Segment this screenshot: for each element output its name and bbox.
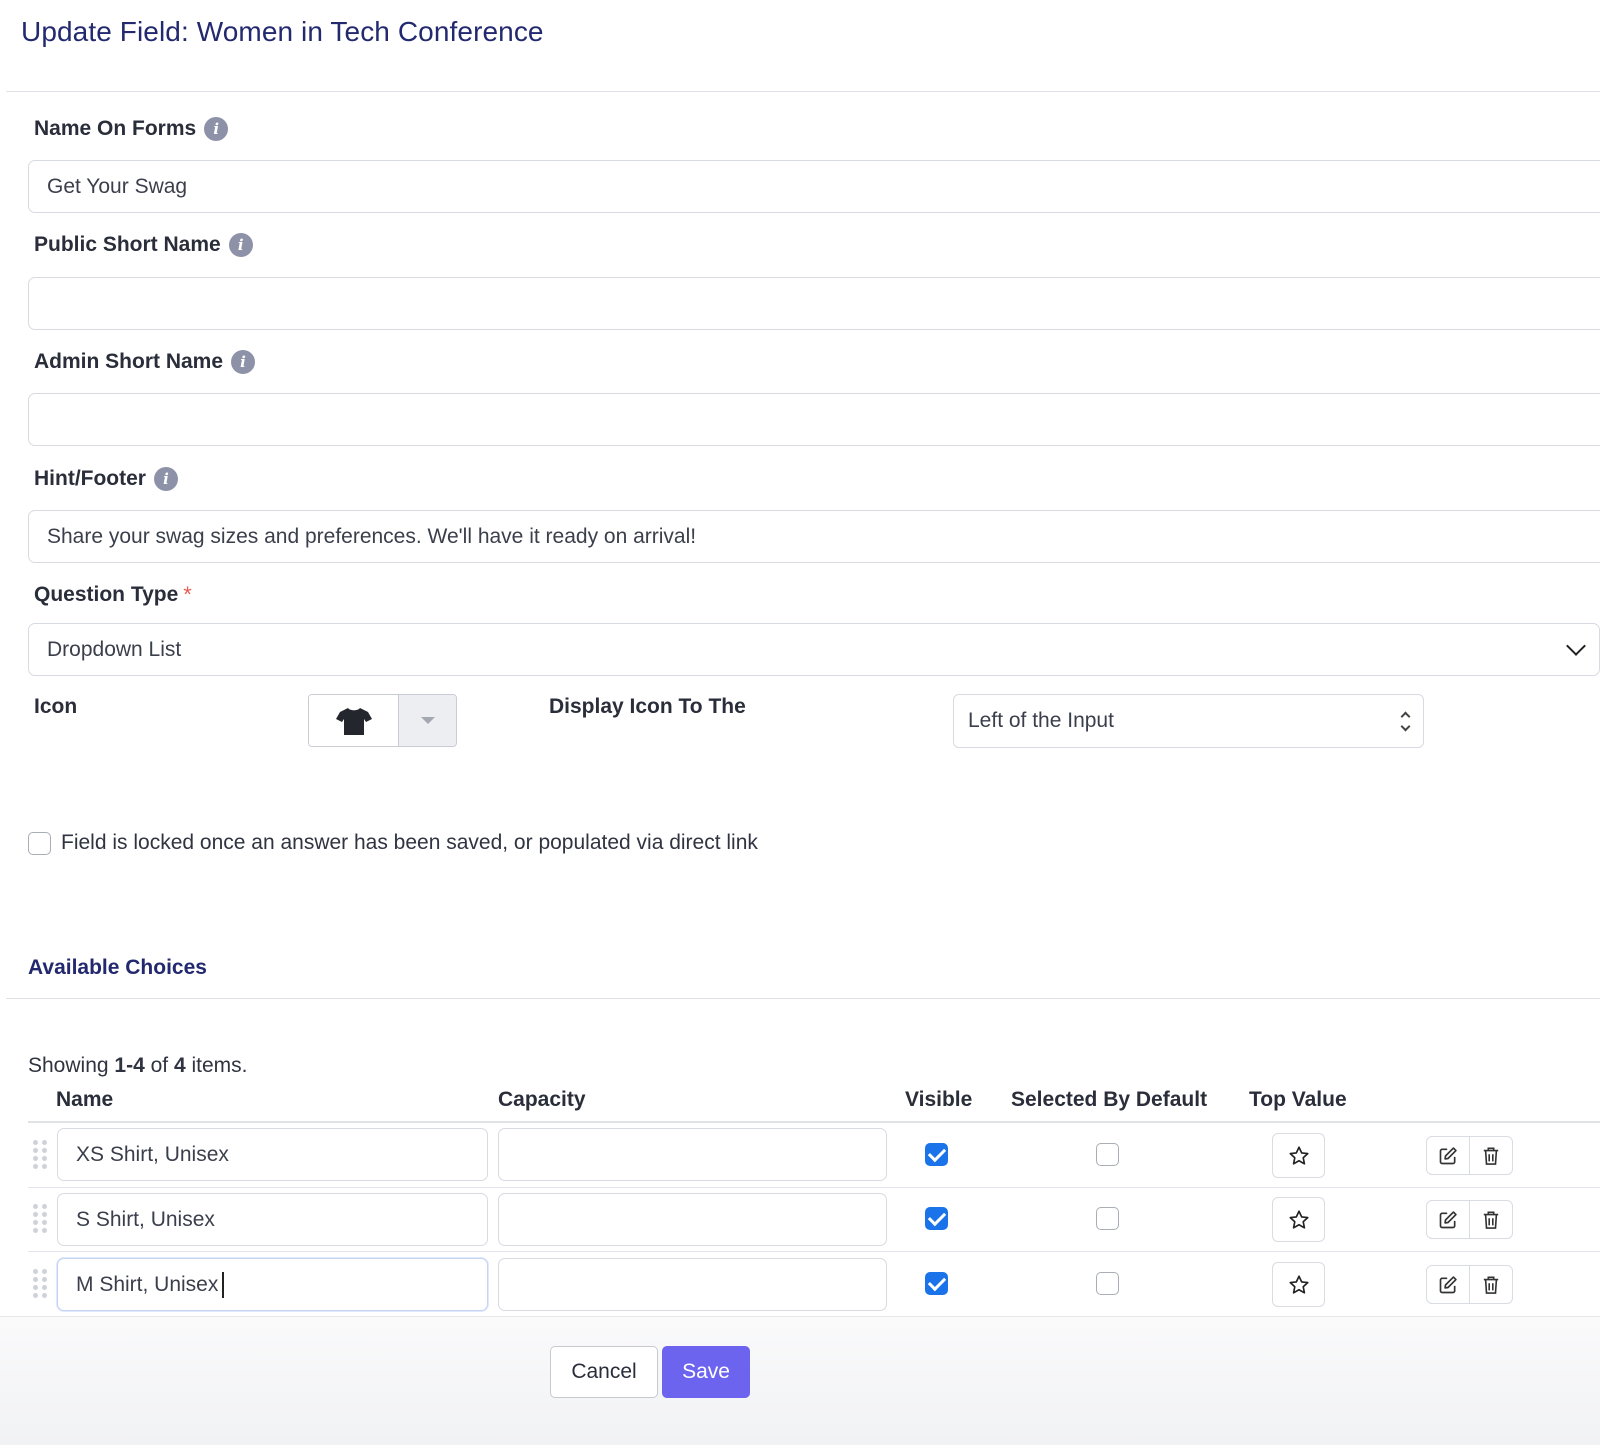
row-actions xyxy=(1426,1265,1513,1304)
choice-capacity-input[interactable] xyxy=(498,1258,887,1311)
visible-checkbox[interactable] xyxy=(925,1143,948,1166)
question-type-select[interactable]: Dropdown List xyxy=(28,623,1600,676)
name-on-forms-label-text: Name On Forms xyxy=(34,117,197,140)
question-type-label-text: Question Type xyxy=(34,583,179,606)
display-icon-select[interactable]: Left of the Input xyxy=(953,694,1424,748)
summary-suffix: items. xyxy=(185,1054,248,1077)
hint-footer-input[interactable]: Share your swag sizes and preferences. W… xyxy=(28,510,1600,563)
choice-capacity-input[interactable] xyxy=(498,1128,887,1181)
public-short-name-input[interactable] xyxy=(28,277,1600,330)
dialog-title: Update Field: Women in Tech Conference xyxy=(21,16,544,47)
name-on-forms-input[interactable]: Get Your Swag xyxy=(28,160,1600,213)
required-asterisk: * xyxy=(183,582,192,607)
edit-icon xyxy=(1439,1210,1457,1228)
caret-down-icon xyxy=(420,717,435,724)
top-value-button[interactable] xyxy=(1272,1133,1325,1178)
locked-checkbox-label: Field is locked once an answer has been … xyxy=(61,831,758,854)
selected-by-default-checkbox[interactable] xyxy=(1096,1272,1119,1295)
row-actions xyxy=(1426,1136,1513,1175)
table-header-divider xyxy=(28,1121,1600,1123)
star-icon xyxy=(1288,1145,1309,1165)
name-on-forms-value: Get Your Swag xyxy=(47,174,188,198)
icon-label: Icon xyxy=(34,695,77,719)
locked-option[interactable]: Field is locked once an answer has been … xyxy=(28,831,758,855)
summary-range: 1-4 xyxy=(114,1054,145,1077)
drag-handle-icon[interactable] xyxy=(33,1261,47,1305)
choice-capacity-input[interactable] xyxy=(498,1193,887,1246)
hint-footer-label: Hint/Footer i xyxy=(34,467,178,491)
sort-arrows-icon xyxy=(1400,711,1411,731)
icon-picker-preview[interactable] xyxy=(309,695,398,746)
choice-name-value: M Shirt, Unisex xyxy=(76,1272,219,1296)
edit-icon xyxy=(1439,1275,1457,1293)
locked-checkbox[interactable] xyxy=(28,831,51,855)
icon-picker[interactable] xyxy=(308,694,457,747)
public-short-name-label-text: Public Short Name xyxy=(34,233,221,256)
available-choices-title: Available Choices xyxy=(28,956,207,979)
hint-footer-label-text: Hint/Footer xyxy=(34,467,146,490)
admin-short-name-label: Admin Short Name i xyxy=(34,350,256,374)
items-summary: Showing 1-4 of 4 items. xyxy=(28,1054,247,1078)
delete-button[interactable] xyxy=(1469,1137,1512,1174)
selected-by-default-checkbox[interactable] xyxy=(1096,1143,1119,1166)
edit-button[interactable] xyxy=(1427,1201,1469,1238)
star-icon xyxy=(1288,1274,1309,1294)
row-actions xyxy=(1426,1200,1513,1239)
delete-button[interactable] xyxy=(1469,1201,1512,1238)
edit-icon xyxy=(1439,1146,1457,1164)
trash-icon xyxy=(1483,1211,1499,1229)
choice-name-input[interactable]: XS Shirt, Unisex xyxy=(57,1128,488,1181)
save-button[interactable]: Save xyxy=(662,1346,750,1398)
hint-footer-value: Share your swag sizes and preferences. W… xyxy=(47,524,697,548)
visible-checkbox[interactable] xyxy=(925,1207,948,1230)
column-header-capacity: Capacity xyxy=(498,1088,586,1111)
choice-name-input[interactable]: S Shirt, Unisex xyxy=(57,1193,488,1246)
public-short-name-label: Public Short Name i xyxy=(34,233,253,257)
edit-button[interactable] xyxy=(1427,1266,1469,1303)
trash-icon xyxy=(1483,1147,1499,1165)
admin-short-name-input[interactable] xyxy=(28,393,1600,446)
selected-by-default-checkbox[interactable] xyxy=(1096,1207,1119,1230)
display-icon-label: Display Icon To The xyxy=(549,695,746,718)
row-divider xyxy=(28,1251,1600,1252)
top-value-button[interactable] xyxy=(1272,1262,1325,1307)
text-cursor xyxy=(222,1271,225,1298)
admin-short-name-label-text: Admin Short Name xyxy=(34,350,224,373)
column-header-selected-by-default: Selected By Default xyxy=(1011,1088,1208,1111)
trash-icon xyxy=(1483,1276,1499,1294)
choice-name-value: S Shirt, Unisex xyxy=(76,1207,215,1231)
edit-button[interactable] xyxy=(1427,1137,1469,1174)
name-on-forms-label: Name On Forms i xyxy=(34,117,229,141)
icon-picker-toggle[interactable] xyxy=(398,695,456,746)
row-divider xyxy=(28,1187,1600,1188)
title-divider xyxy=(6,91,1600,92)
display-icon-value: Left of the Input xyxy=(968,709,1114,732)
drag-handle-icon[interactable] xyxy=(33,1196,47,1240)
question-type-label: Question Type * xyxy=(34,582,192,608)
visible-checkbox[interactable] xyxy=(925,1272,948,1295)
chevron-down-icon xyxy=(1566,635,1586,656)
question-type-value: Dropdown List xyxy=(47,637,182,661)
column-header-top-value: Top Value xyxy=(1249,1088,1347,1111)
column-header-visible: Visible xyxy=(905,1088,973,1111)
star-icon xyxy=(1288,1209,1309,1229)
cancel-button[interactable]: Cancel xyxy=(550,1346,658,1398)
column-header-name: Name xyxy=(56,1088,114,1111)
info-icon[interactable]: i xyxy=(153,467,178,491)
delete-button[interactable] xyxy=(1469,1266,1512,1303)
summary-of: of xyxy=(144,1054,174,1077)
summary-prefix: Showing xyxy=(28,1054,115,1077)
summary-total: 4 xyxy=(173,1054,186,1077)
choice-name-value: XS Shirt, Unisex xyxy=(76,1142,229,1166)
info-icon[interactable]: i xyxy=(231,350,256,374)
dialog-footer xyxy=(0,1316,1600,1445)
section-divider xyxy=(6,998,1600,999)
icon-label-text: Icon xyxy=(34,695,78,718)
drag-handle-icon[interactable] xyxy=(33,1132,47,1176)
t-shirt-icon xyxy=(335,707,372,735)
top-value-button[interactable] xyxy=(1272,1197,1325,1242)
info-icon[interactable]: i xyxy=(228,233,253,257)
choice-name-input[interactable]: M Shirt, Unisex xyxy=(57,1258,488,1311)
info-icon[interactable]: i xyxy=(204,117,229,141)
